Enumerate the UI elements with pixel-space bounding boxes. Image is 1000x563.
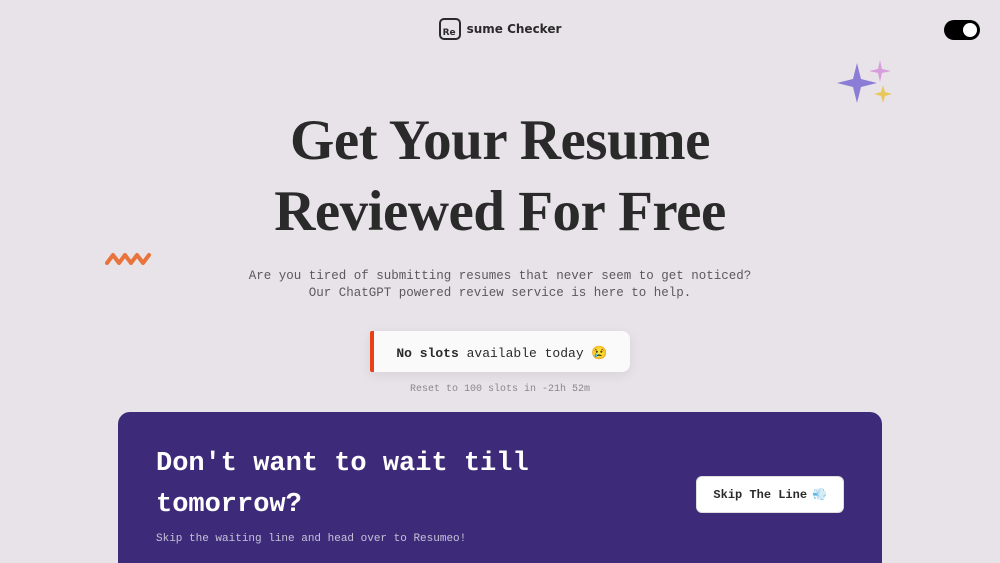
bottom-text-group: Don't want to wait till tomorrow? Skip t… [156, 444, 676, 545]
status-text: No slots available today 😢 [396, 346, 607, 361]
dash-emoji: 💨 [812, 487, 827, 502]
skip-line-panel: Don't want to wait till tomorrow? Skip t… [118, 412, 882, 563]
sad-emoji: 😢 [591, 346, 607, 361]
logo-text: sume Checker [467, 22, 562, 36]
dark-mode-toggle[interactable] [944, 20, 980, 40]
hero-title-line1: Get Your Resume [290, 109, 710, 172]
logo[interactable]: sume Checker [439, 18, 562, 40]
status-card: No slots available today 😢 [370, 331, 629, 372]
status-bold: No slots [396, 346, 458, 361]
hero-subtitle-line2: Our ChatGPT powered review service is he… [309, 286, 692, 300]
squiggle-decoration [105, 245, 151, 275]
bottom-title: Don't want to wait till tomorrow? [156, 444, 676, 525]
status-rest: available today [459, 346, 592, 361]
hero-title: Get Your Resume Reviewed For Free [40, 105, 960, 248]
sparkle-decoration [835, 55, 895, 115]
skip-line-button[interactable]: Skip The Line 💨 [696, 476, 844, 513]
hero-title-line2: Reviewed For Free [274, 180, 726, 243]
hero-subtitle: Are you tired of submitting resumes that… [40, 268, 960, 303]
skip-button-label: Skip The Line [713, 488, 807, 502]
hero-subtitle-line1: Are you tired of submitting resumes that… [249, 269, 752, 283]
bottom-subtitle: Skip the waiting line and head over to R… [156, 533, 676, 545]
reset-timer: Reset to 100 slots in -21h 52m [40, 384, 960, 395]
logo-icon [439, 18, 461, 40]
